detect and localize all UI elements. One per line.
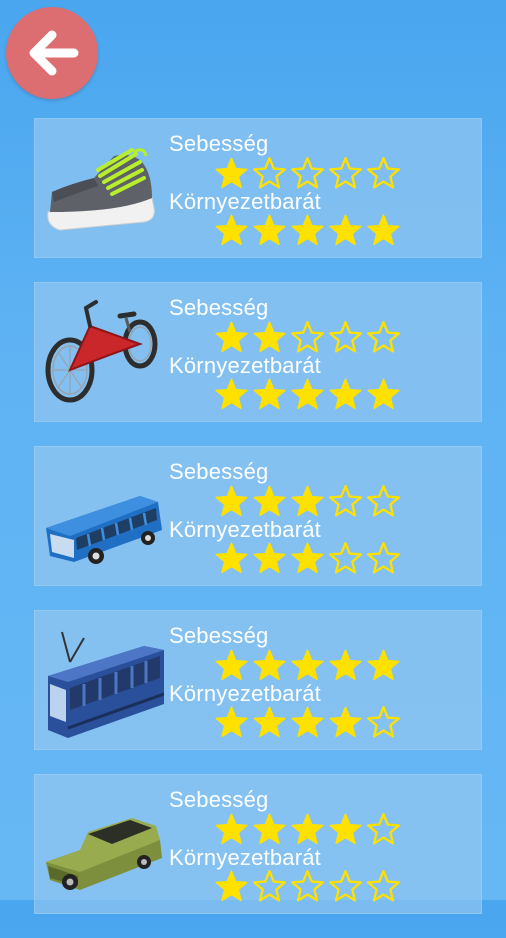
star-filled-icon — [367, 378, 400, 410]
star-filled-icon — [291, 706, 324, 738]
star-filled-icon — [253, 485, 286, 517]
star-filled-icon — [291, 649, 324, 681]
star-empty-icon — [291, 321, 324, 353]
speed-label: Sebesség — [169, 787, 269, 812]
tram-icon — [48, 631, 164, 738]
star-filled-icon — [215, 542, 248, 574]
star-empty-icon — [291, 157, 324, 189]
vehicle-card-tram[interactable]: Sebesség Környezetbarát — [34, 610, 482, 750]
star-filled-icon — [215, 706, 248, 738]
star-empty-icon — [367, 542, 400, 574]
star-filled-icon — [253, 378, 286, 410]
star-filled-icon — [253, 706, 286, 738]
star-empty-icon — [253, 870, 286, 902]
star-empty-icon — [329, 321, 362, 353]
star-empty-icon — [367, 157, 400, 189]
star-empty-icon — [329, 870, 362, 902]
star-filled-icon — [253, 813, 286, 845]
speed-rating — [214, 812, 401, 847]
star-empty-icon — [367, 813, 400, 845]
star-empty-icon — [367, 485, 400, 517]
star-filled-icon — [215, 649, 248, 681]
star-filled-icon — [329, 649, 362, 681]
back-button[interactable] — [6, 7, 98, 99]
speed-label: Sebesség — [169, 131, 269, 156]
star-filled-icon — [253, 214, 286, 246]
star-empty-icon — [253, 157, 286, 189]
star-filled-icon — [215, 485, 248, 517]
speed-rating — [214, 320, 401, 355]
sneaker-icon — [47, 148, 155, 231]
vehicle-card-bus[interactable]: Sebesség Környezetbarát — [34, 446, 482, 586]
eco-label: Környezetbarát — [169, 517, 321, 542]
speed-rating — [214, 648, 401, 683]
star-filled-icon — [215, 157, 248, 189]
star-empty-icon — [329, 157, 362, 189]
star-empty-icon — [329, 485, 362, 517]
star-filled-icon — [367, 214, 400, 246]
star-filled-icon — [215, 813, 248, 845]
bicycle-icon — [45, 300, 158, 403]
star-empty-icon — [329, 542, 362, 574]
eco-label: Környezetbarát — [169, 189, 321, 214]
vehicle-card-sneaker[interactable]: Sebesség Környezetbarát — [34, 118, 482, 258]
speed-rating — [214, 156, 401, 191]
star-filled-icon — [367, 649, 400, 681]
eco-rating — [214, 377, 401, 412]
car-icon — [46, 818, 162, 890]
star-filled-icon — [291, 813, 324, 845]
star-filled-icon — [291, 214, 324, 246]
eco-rating — [214, 213, 401, 248]
star-filled-icon — [215, 214, 248, 246]
star-filled-icon — [291, 378, 324, 410]
speed-label: Sebesség — [169, 295, 269, 320]
star-filled-icon — [329, 214, 362, 246]
speed-label: Sebesség — [169, 623, 269, 648]
star-empty-icon — [367, 870, 400, 902]
eco-label: Környezetbarát — [169, 681, 321, 706]
bus-icon — [46, 496, 162, 564]
eco-label: Környezetbarát — [169, 845, 321, 870]
eco-label: Környezetbarát — [169, 353, 321, 378]
star-filled-icon — [291, 485, 324, 517]
star-filled-icon — [253, 321, 286, 353]
star-filled-icon — [329, 378, 362, 410]
speed-label: Sebesség — [169, 459, 269, 484]
star-empty-icon — [367, 321, 400, 353]
star-empty-icon — [291, 870, 324, 902]
vehicle-card-bicycle[interactable]: Sebesség Környezetbarát — [34, 282, 482, 422]
star-filled-icon — [329, 706, 362, 738]
star-filled-icon — [253, 542, 286, 574]
eco-rating — [214, 869, 401, 904]
star-filled-icon — [291, 542, 324, 574]
eco-rating — [214, 705, 401, 740]
star-filled-icon — [215, 378, 248, 410]
star-filled-icon — [215, 321, 248, 353]
vehicle-card-car[interactable]: Sebesség Környezetbarát — [34, 774, 482, 914]
eco-rating — [214, 541, 401, 576]
star-empty-icon — [367, 706, 400, 738]
star-filled-icon — [215, 870, 248, 902]
star-filled-icon — [253, 649, 286, 681]
speed-rating — [214, 484, 401, 519]
star-filled-icon — [329, 813, 362, 845]
arrow-left-icon — [29, 30, 79, 76]
vehicle-list: Sebesség Környezetbarát Sebesség Környez… — [34, 118, 482, 938]
